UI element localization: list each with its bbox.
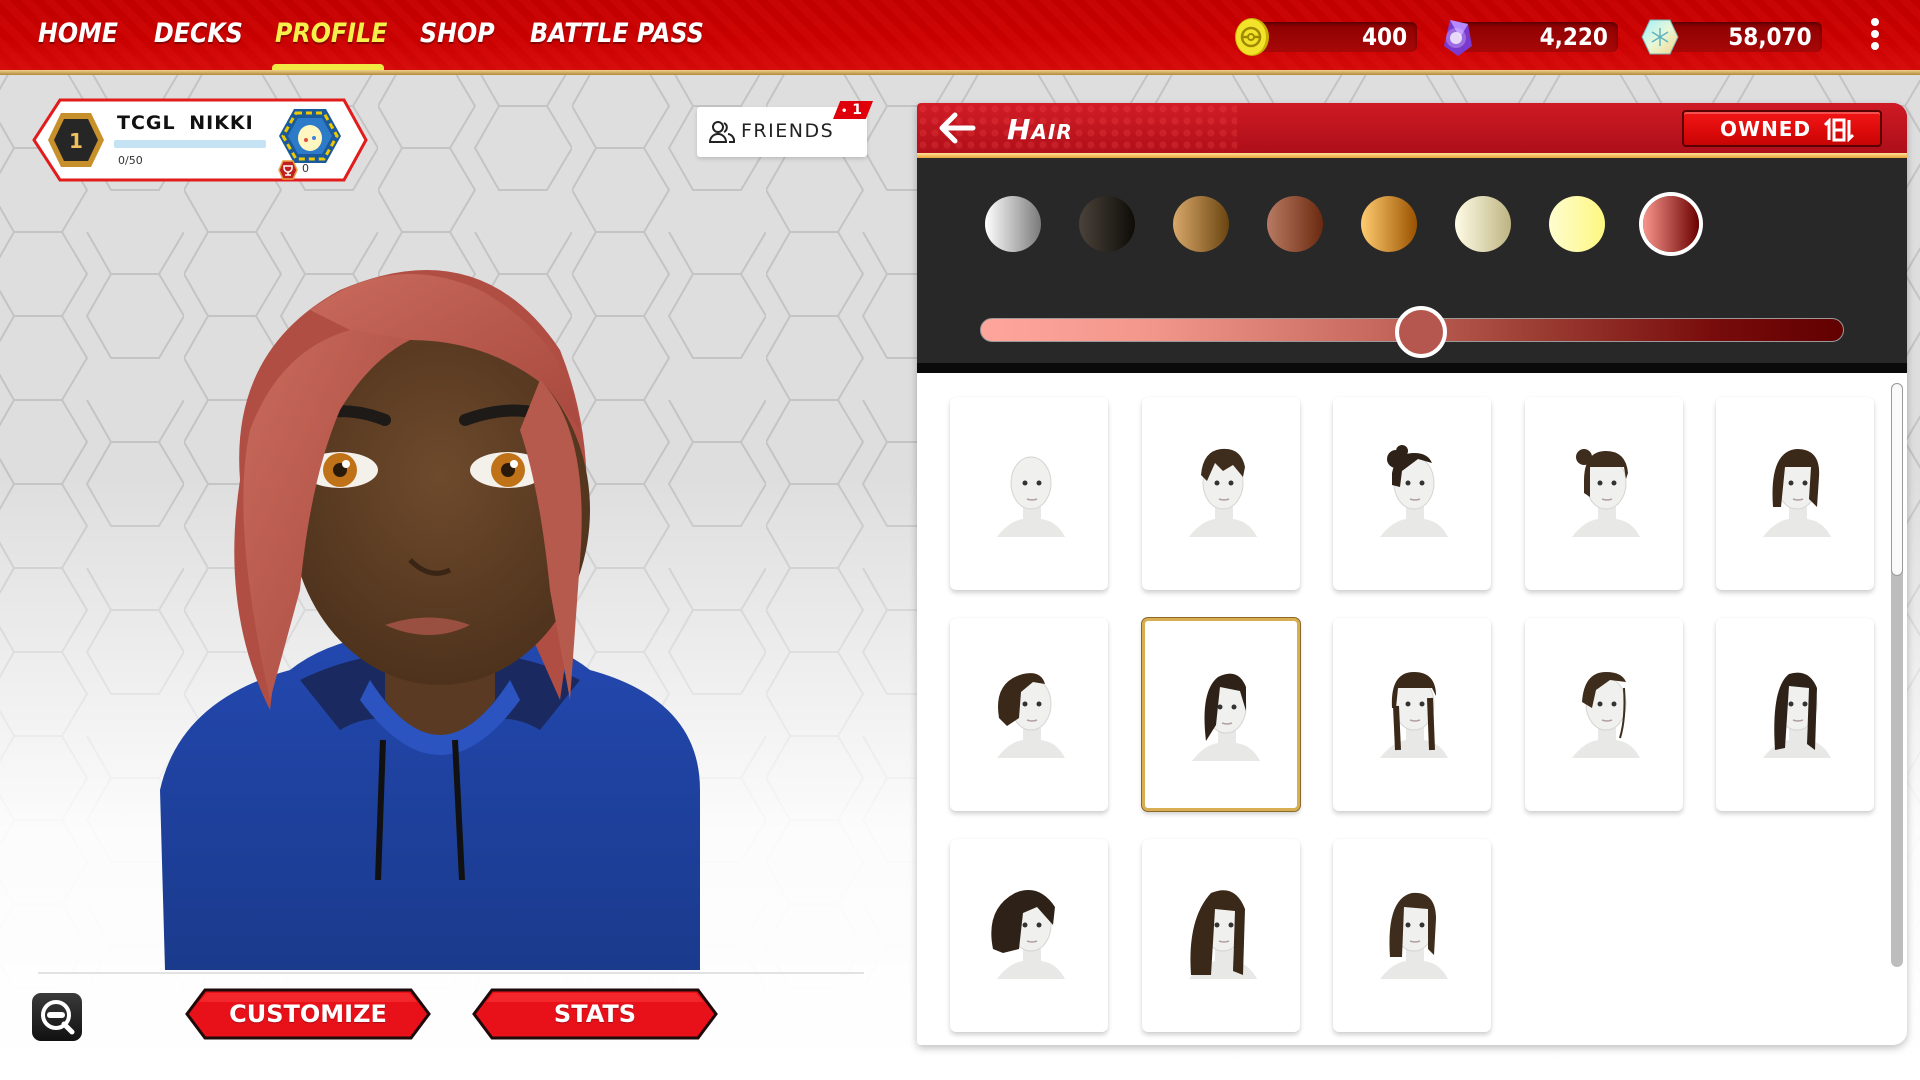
hair-style-card-pixie[interactable]: [1141, 397, 1300, 590]
scrollbar-thumb[interactable]: [1891, 383, 1903, 576]
stats-label: STATS: [553, 1000, 637, 1028]
hair-style-card-braids-bangs[interactable]: [1333, 618, 1491, 811]
customize-button[interactable]: CUSTOMIZE: [185, 988, 431, 1040]
hair-color-swatch-silver[interactable]: [985, 196, 1041, 252]
hair-style-preview-icon: [1191, 673, 1260, 761]
nav-battle-pass[interactable]: BATTLE PASS: [530, 14, 704, 54]
pokecoin-icon: [1235, 18, 1269, 56]
panel-title: Hair: [1007, 113, 1073, 146]
nav-home[interactable]: HOME: [38, 14, 118, 54]
hair-style-card-long-wavy[interactable]: [1141, 839, 1300, 1032]
style-list-scrollbar[interactable]: [1891, 383, 1903, 967]
hair-style-card-bald[interactable]: [950, 397, 1108, 590]
hair-style-preview-icon: [1571, 449, 1640, 537]
hair-style-grid: [917, 373, 1907, 1045]
hair-style-card-a-line-bob[interactable]: [1333, 839, 1491, 1032]
hair-style-card-bob-bangs[interactable]: [1716, 397, 1874, 590]
xp-text: 0/50: [118, 154, 143, 167]
hair-style-preview-icon: [997, 673, 1065, 758]
hair-color-swatch-red[interactable]: [1643, 196, 1699, 252]
zoom-out-icon: [41, 1000, 75, 1035]
hair-style-card-bun-bangs[interactable]: [1524, 397, 1683, 590]
hair-style-card-side-swept[interactable]: [1141, 618, 1300, 811]
hair-style-preview-icon: [997, 456, 1065, 537]
friends-button[interactable]: FRIENDS • 1: [697, 101, 873, 157]
hair-style-preview-icon: [1571, 672, 1640, 758]
hair-style-preview-icon: [1380, 892, 1448, 979]
shade-slider-knob[interactable]: [1394, 306, 1447, 358]
more-menu-icon[interactable]: [1866, 17, 1884, 53]
currency-value: 400: [1361, 23, 1407, 51]
hair-color-swatch-auburn[interactable]: [1267, 196, 1323, 252]
hair-style-preview-icon: [1380, 672, 1448, 758]
notification-count: 1: [852, 102, 863, 118]
avatar-3d-model[interactable]: [140, 230, 740, 970]
xp-progress-bar: [114, 140, 266, 148]
hair-style-card-curly-updo[interactable]: [1333, 397, 1491, 590]
top-nav-bar: HOME DECKS PROFILE SHOP BATTLE PASS 400 …: [0, 0, 1920, 71]
hair-style-card-long-straight[interactable]: [1716, 618, 1874, 811]
purple-crystal-icon: [1444, 20, 1472, 56]
hair-style-card-cornrow-updo[interactable]: [1524, 618, 1683, 811]
trophy-count: 0: [302, 162, 309, 175]
nav-profile[interactable]: PROFILE: [275, 14, 387, 54]
back-arrow-icon[interactable]: [937, 111, 977, 145]
friends-icon: [709, 121, 735, 143]
owned-filter-button[interactable]: OWNED: [1682, 110, 1882, 147]
player-profile-badge[interactable]: 1 TCGL NIKKI 0/50 0: [32, 98, 368, 182]
wifi-icon: •: [841, 106, 848, 117]
stage-divider: [38, 972, 864, 974]
hair-color-picker: [917, 158, 1907, 373]
level-number: 1: [69, 129, 83, 153]
owned-filter-label: OWNED: [1720, 117, 1812, 141]
currency-coins[interactable]: 400: [1232, 18, 1417, 56]
rainbow-gem-icon: [1641, 19, 1679, 55]
zoom-out-button[interactable]: [32, 993, 82, 1041]
hair-color-swatch-golden[interactable]: [1361, 196, 1417, 252]
hair-style-preview-icon: [991, 890, 1065, 979]
hair-color-swatch-pale-yellow[interactable]: [1549, 196, 1605, 252]
hair-style-preview-icon: [1380, 445, 1448, 537]
nav-shop[interactable]: SHOP: [420, 14, 495, 54]
friends-label: FRIENDS: [741, 120, 835, 142]
currency-value: 4,220: [1539, 23, 1608, 51]
hair-color-swatch-black[interactable]: [1079, 196, 1135, 252]
sort-icon: [1824, 118, 1854, 142]
hair-style-preview-icon: [1188, 890, 1257, 979]
level-hex-icon: 1: [48, 113, 104, 167]
nav-decks[interactable]: DECKS: [154, 14, 243, 54]
togepi-emblem-icon: [279, 109, 341, 163]
trophy-icon: [278, 160, 298, 180]
currency-gems[interactable]: 58,070: [1640, 19, 1822, 55]
hair-style-preview-icon: [1188, 448, 1257, 537]
player-name: TCGL NIKKI: [117, 112, 254, 134]
hair-style-preview-icon: [1763, 449, 1831, 537]
nav-gold-border: [0, 70, 1920, 75]
currency-crystal-shards[interactable]: 4,220: [1438, 19, 1618, 56]
hair-color-swatch-light-brown[interactable]: [1173, 196, 1229, 252]
hair-style-card-curly-updo-large[interactable]: [950, 839, 1108, 1032]
stats-button[interactable]: STATS: [472, 988, 718, 1040]
customize-label: CUSTOMIZE: [229, 1000, 387, 1028]
hair-color-swatch-cream[interactable]: [1455, 196, 1511, 252]
hair-style-preview-icon: [1763, 672, 1831, 758]
panel-header: Hair OWNED: [917, 103, 1907, 153]
currency-value: 58,070: [1728, 23, 1812, 51]
hair-style-card-twists[interactable]: [950, 618, 1108, 811]
hair-customization-panel: Hair OWNED: [917, 103, 1907, 1045]
